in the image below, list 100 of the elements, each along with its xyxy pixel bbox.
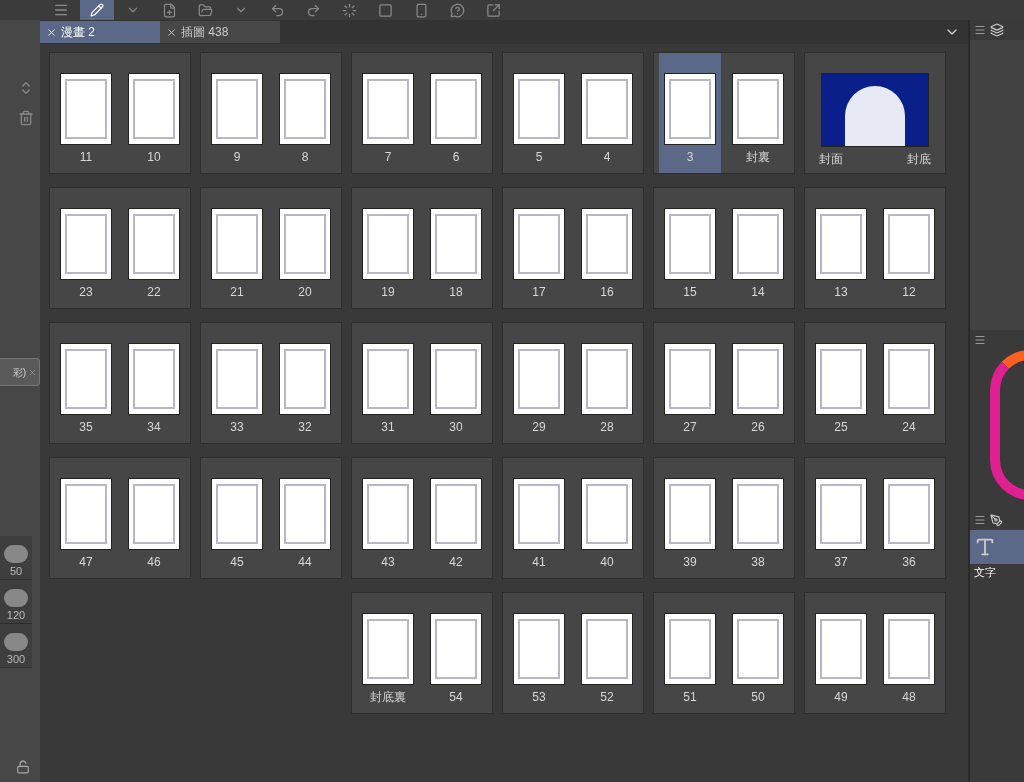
page-thumbnail[interactable]: 26 bbox=[727, 323, 789, 443]
page-thumbnail[interactable]: 40 bbox=[576, 458, 638, 578]
text-tool-icon bbox=[974, 536, 996, 558]
page-preview bbox=[815, 343, 867, 415]
page-thumbnail[interactable]: 10 bbox=[123, 53, 185, 173]
menu-icon[interactable] bbox=[974, 514, 986, 526]
page-thumbnail[interactable]: 27 bbox=[659, 323, 721, 443]
page-thumbnail[interactable]: 51 bbox=[659, 593, 721, 713]
page-thumbnail[interactable]: 8 bbox=[274, 53, 336, 173]
page-thumbnail[interactable]: 37 bbox=[810, 458, 872, 578]
brush-size-item[interactable]: 50 bbox=[0, 536, 32, 580]
page-thumbnail[interactable]: 24 bbox=[878, 323, 940, 443]
page-number: 43 bbox=[381, 554, 395, 570]
close-icon[interactable] bbox=[166, 26, 177, 38]
page-thumbnail[interactable]: 7 bbox=[357, 53, 419, 173]
page-thumbnail[interactable]: 15 bbox=[659, 188, 721, 308]
page-thumbnail[interactable]: 3 bbox=[659, 53, 721, 173]
tag-chip[interactable]: 彩) bbox=[0, 358, 40, 386]
brush-size-item[interactable]: 120 bbox=[0, 580, 32, 624]
page-thumbnail[interactable]: 44 bbox=[274, 458, 336, 578]
page-preview bbox=[732, 478, 784, 550]
trash-icon[interactable] bbox=[18, 110, 34, 126]
page-thumbnail[interactable]: 49 bbox=[810, 593, 872, 713]
page-thumbnail[interactable]: 29 bbox=[508, 323, 570, 443]
cover-spread[interactable]: 封面 封底 bbox=[804, 52, 946, 174]
page-thumbnail[interactable]: 54 bbox=[425, 593, 487, 713]
page-number: 54 bbox=[449, 689, 463, 705]
page-thumbnail[interactable]: 21 bbox=[206, 188, 268, 308]
page-thumbnail[interactable]: 34 bbox=[123, 323, 185, 443]
page-thumbnail[interactable]: 18 bbox=[425, 188, 487, 308]
page-preview bbox=[883, 208, 935, 280]
page-thumbnail[interactable]: 9 bbox=[206, 53, 268, 173]
page-thumbnail[interactable]: 22 bbox=[123, 188, 185, 308]
pencil-icon[interactable] bbox=[80, 0, 114, 20]
page-thumbnail[interactable]: 30 bbox=[425, 323, 487, 443]
page-thumbnail[interactable]: 4 bbox=[576, 53, 638, 173]
page-thumbnail[interactable]: 6 bbox=[425, 53, 487, 173]
page-thumbnail[interactable]: 48 bbox=[878, 593, 940, 713]
page-preview bbox=[128, 478, 180, 550]
page-number: 42 bbox=[449, 554, 463, 570]
page-number: 38 bbox=[751, 554, 765, 570]
page-number: 36 bbox=[902, 554, 916, 570]
page-thumbnail[interactable]: 31 bbox=[357, 323, 419, 443]
page-thumbnail[interactable]: 46 bbox=[123, 458, 185, 578]
page-number: 34 bbox=[147, 419, 161, 435]
close-icon[interactable] bbox=[46, 26, 57, 38]
page-number: 22 bbox=[147, 284, 161, 300]
page-thumbnail[interactable]: 36 bbox=[878, 458, 940, 578]
page-preview bbox=[211, 478, 263, 550]
page-thumbnail[interactable]: 23 bbox=[55, 188, 117, 308]
document-tab[interactable]: 插圖 438 bbox=[160, 21, 280, 43]
page-thumbnail[interactable]: 封底裏 bbox=[357, 593, 419, 713]
menu-icon[interactable] bbox=[974, 334, 986, 346]
page-thumbnail[interactable]: 33 bbox=[206, 323, 268, 443]
brush-size-item[interactable]: 300 bbox=[0, 624, 32, 668]
page-thumbnail[interactable]: 35 bbox=[55, 323, 117, 443]
page-thumbnail[interactable]: 17 bbox=[508, 188, 570, 308]
page-thumbnail[interactable]: 43 bbox=[357, 458, 419, 578]
tool-label: 文字 bbox=[973, 565, 997, 580]
page-thumbnail[interactable]: 41 bbox=[508, 458, 570, 578]
page-thumbnail[interactable]: 53 bbox=[508, 593, 570, 713]
page-thumbnail[interactable]: 11 bbox=[55, 53, 117, 173]
page-preview bbox=[513, 343, 565, 415]
page-thumbnail[interactable]: 13 bbox=[810, 188, 872, 308]
page-thumbnail[interactable]: 28 bbox=[576, 323, 638, 443]
page-thumbnail[interactable]: 16 bbox=[576, 188, 638, 308]
unlock-icon[interactable] bbox=[16, 760, 30, 774]
page-thumbnail[interactable]: 45 bbox=[206, 458, 268, 578]
page-number: 12 bbox=[902, 284, 916, 300]
page-preview bbox=[664, 73, 716, 145]
page-preview bbox=[279, 73, 331, 145]
page-thumbnail[interactable]: 32 bbox=[274, 323, 336, 443]
page-number: 4 bbox=[603, 149, 611, 165]
page-thumbnail[interactable]: 20 bbox=[274, 188, 336, 308]
page-thumbnail[interactable]: 12 bbox=[878, 188, 940, 308]
page-thumbnail[interactable]: 39 bbox=[659, 458, 721, 578]
page-preview bbox=[362, 613, 414, 685]
document-tab[interactable]: 漫畫 2 bbox=[40, 21, 160, 43]
page-number: 30 bbox=[449, 419, 463, 435]
text-tool-item[interactable] bbox=[970, 530, 1024, 564]
page-preview bbox=[815, 208, 867, 280]
layers-icon[interactable] bbox=[990, 23, 1004, 37]
page-preview bbox=[60, 208, 112, 280]
pen-icon[interactable] bbox=[990, 513, 1003, 527]
page-thumbnail[interactable]: 14 bbox=[727, 188, 789, 308]
page-thumbnail[interactable]: 25 bbox=[810, 323, 872, 443]
page-thumbnail[interactable]: 5 bbox=[508, 53, 570, 173]
page-number: 27 bbox=[683, 419, 697, 435]
page-thumbnail[interactable]: 38 bbox=[727, 458, 789, 578]
page-number: 21 bbox=[230, 284, 244, 300]
page-number: 28 bbox=[600, 419, 614, 435]
page-thumbnail[interactable]: 47 bbox=[55, 458, 117, 578]
menu-icon[interactable] bbox=[974, 24, 986, 36]
page-preview bbox=[664, 343, 716, 415]
page-thumbnail[interactable]: 50 bbox=[727, 593, 789, 713]
page-thumbnail[interactable]: 52 bbox=[576, 593, 638, 713]
page-thumbnail[interactable]: 19 bbox=[357, 188, 419, 308]
page-number: 49 bbox=[834, 689, 848, 705]
page-thumbnail[interactable]: 封裏 bbox=[727, 53, 789, 173]
page-thumbnail[interactable]: 42 bbox=[425, 458, 487, 578]
